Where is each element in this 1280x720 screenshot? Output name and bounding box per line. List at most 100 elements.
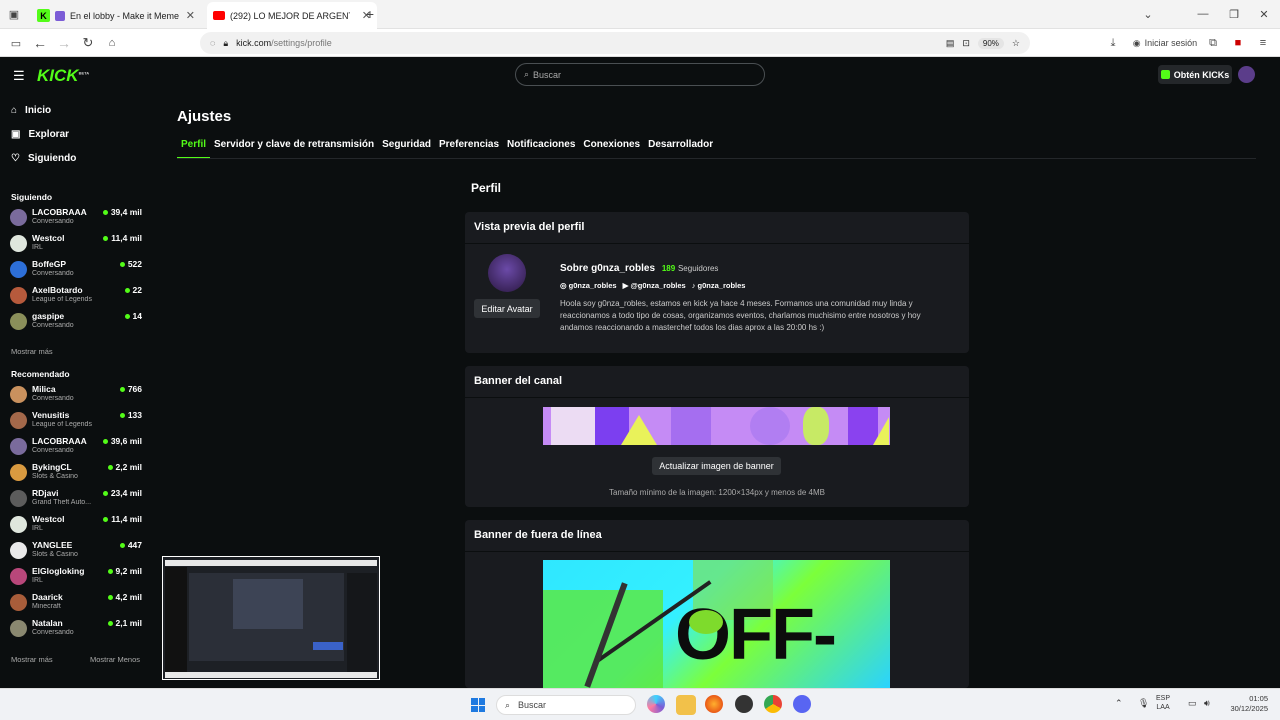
edit-avatar-button[interactable]: Editar Avatar [474,299,540,318]
profile-bio: Hoola soy g0nza_robles, estamos en kick … [560,299,921,332]
tab-preferencias[interactable]: Preferencias [435,139,503,159]
viewer-count-value: 23,4 mil [110,488,142,498]
offline-banner-card: Banner de fuera de línea OFF- [465,520,969,688]
extension-badge-icon[interactable]: ■ [1230,29,1246,57]
reload-button[interactable]: ↻ [80,29,96,57]
channel-item[interactable]: Westcol IRL 11,4 mil [10,232,145,256]
clock[interactable]: 01:05 30/12/2025 [1224,694,1268,714]
sidebar-item-explorar[interactable]: ▣ Explorar [11,129,69,140]
tab-youtube[interactable]: (292) LO MEJOR DE ARGENTINA ✕ [207,2,377,29]
firefox-icon[interactable] [705,695,723,713]
network-icon[interactable]: ▭ [1188,698,1197,709]
sidebar-toggle-icon[interactable]: ▭ [8,29,24,57]
channel-item[interactable]: Westcol IRL 11,4 mil [10,513,145,537]
channel-item[interactable]: ElGlogloking IRL 9,2 mil [10,565,145,589]
channel-category: League of Legends [32,296,92,303]
viewer-count: 23,4 mil [102,488,142,498]
channel-item[interactable]: Milica Conversando 766 [10,383,145,407]
forward-button[interactable]: → [56,29,72,57]
chevron-down-icon[interactable]: ⌄ [1140,0,1156,28]
close-window-button[interactable]: ✕ [1256,0,1272,28]
tab-seguridad[interactable]: Seguridad [378,139,435,159]
reader-view-icon[interactable]: ▤ [946,38,955,49]
pip-video-thumbnail[interactable] [162,556,380,680]
hamburger-menu-icon[interactable]: ☰ [13,68,25,84]
copilot-icon[interactable] [647,695,665,713]
close-tab-icon[interactable]: ✕ [186,9,195,22]
sidebar: ⌂ Inicio ▣ Explorar ♡ Siguiendo Siguiendo L… [0,93,152,688]
maximize-button[interactable]: ❐ [1226,0,1242,28]
home-icon[interactable]: ⌂ [104,29,120,57]
channel-item[interactable]: Natalan Conversando 2,1 mil [10,617,145,641]
obs-icon[interactable] [735,695,753,713]
channel-item[interactable]: gaspipe Conversando 14 [10,310,145,334]
volume-icon[interactable]: 🔊︎ [1204,698,1210,709]
tab-conexiones[interactable]: Conexiones [579,139,644,159]
tiktok-handle: g0nza_robles [697,281,746,290]
get-kicks-button[interactable]: Obtén KICKs [1158,65,1232,84]
channel-item[interactable]: AxelBotardo League of Legends 22 [10,284,145,308]
taskbar-search[interactable]: ⌕ Buscar [496,695,636,715]
channel-item[interactable]: LACOBRAAA Conversando 39,4 mil [10,206,145,230]
zoom-level[interactable]: 90% [977,37,1004,49]
about-heading: Sobre g0nza_robles 189 Seguidores [560,263,718,274]
live-dot-icon [119,412,125,418]
kick-logo[interactable]: KICKBETA [37,66,89,86]
channel-avatar [10,516,27,533]
tab-overview-icon[interactable]: ▣ [4,0,24,28]
viewer-count: 11,4 mil [103,233,142,243]
bookmark-star-icon[interactable]: ☆ [1012,38,1020,49]
youtube-link[interactable]: ▶ @g0nza_robles [623,281,686,290]
tab-desarrollador[interactable]: Desarrollador [644,139,717,159]
windows-start-icon[interactable] [468,695,488,715]
channel-item[interactable]: LACOBRAAA Conversando 39,6 mil [10,435,145,459]
microphone-icon[interactable]: 🎙︎ [1138,698,1149,709]
channel-item[interactable]: Daarick Minecraft 4,2 mil [10,591,145,615]
sign-in-button[interactable]: ◉ Iniciar sesión [1130,29,1200,57]
live-dot-icon [119,386,125,392]
channel-name: Westcol [32,514,65,524]
update-banner-button[interactable]: Actualizar imagen de banner [652,457,781,475]
sidebar-item-siguiendo[interactable]: ♡ Siguiendo [11,153,76,164]
channel-item[interactable]: RDjavi Grand Theft Auto... 23,4 mil [10,487,145,511]
channel-item[interactable]: Venusitis League of Legends 133 [10,409,145,433]
tab-perfil[interactable]: Perfil [177,139,211,159]
tray-chevron-icon[interactable]: ⌃ [1115,698,1123,709]
menu-icon[interactable]: ≡ [1255,29,1271,57]
search-input[interactable]: ⌕ Buscar [515,63,765,86]
tab-servidor[interactable]: Servidor y clave de retransmisión [210,139,378,159]
channel-item[interactable]: BoffeGP Conversando 522 [10,258,145,282]
file-explorer-icon[interactable] [676,695,696,715]
user-avatar[interactable] [1238,66,1255,83]
show-more-recommended-link[interactable]: Mostrar más [11,655,53,664]
language-indicator[interactable]: ESP LAA [1156,694,1170,712]
instagram-link[interactable]: ◎ g0nza_robles [560,281,617,290]
channel-item[interactable]: BykingCL Slots & Casino 2,2 mil [10,461,145,485]
tiktok-link[interactable]: ♪ g0nza_robles [692,281,746,290]
tab-notificaciones[interactable]: Notificaciones [503,139,579,159]
channel-category: Conversando [32,447,74,454]
show-less-link[interactable]: Mostrar Menos [90,655,140,664]
discord-icon[interactable] [793,695,811,713]
channel-item[interactable]: YANGLEE Slots & Casino 447 [10,539,145,563]
address-bar[interactable]: ◌ 🔒︎ kick.com/settings/profile ▤ ⊡ 90% ☆ [200,32,1030,54]
new-tab-button[interactable]: + [362,0,378,28]
sidebar-item-inicio[interactable]: ⌂ Inicio [11,105,51,116]
minimize-button[interactable]: — [1195,0,1211,28]
live-dot-icon [107,620,113,626]
tabs-divider [177,158,1256,159]
chrome-icon[interactable] [764,695,782,713]
tiktok-icon: ♪ [691,281,696,290]
extensions-icon[interactable]: ⧉ [1205,29,1221,57]
show-more-following-link[interactable]: Mostrar más [11,347,53,356]
channel-name: Natalan [32,618,63,628]
card-divider [465,551,969,552]
tab-make-it-meme[interactable]: K En el lobby - Make it Meme ✕ [31,2,201,29]
channel-avatar [10,594,27,611]
live-dot-icon [107,594,113,600]
downloads-icon[interactable]: ⤓ [1105,29,1121,57]
live-dot-icon [124,287,130,293]
back-button[interactable]: ← [32,29,48,57]
screenshot-icon[interactable]: ⊡ [962,38,970,49]
os-taskbar: ⌕ Buscar ⌃ 🎙︎ ESP LAA ▭ 🔊︎ 01:05 30/12/20… [0,688,1280,720]
